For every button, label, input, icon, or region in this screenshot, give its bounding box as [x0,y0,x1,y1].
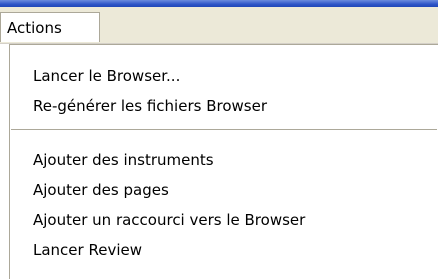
application-window: Actions Lancer le Browser... Re-générer … [0,0,438,279]
menu-item-lancer-browser[interactable]: Lancer le Browser... [10,62,438,90]
actions-dropdown-menu: Lancer le Browser... Re-générer les fich… [9,44,438,279]
menu-item-regenerer-fichiers[interactable]: Re-générer les fichiers Browser [10,92,438,120]
menu-item-ajouter-pages[interactable]: Ajouter des pages [10,176,438,204]
menu-separator [11,129,437,131]
title-bar [0,0,438,7]
menu-actions[interactable]: Actions [0,12,100,42]
menu-item-ajouter-instruments[interactable]: Ajouter des instruments [10,146,438,174]
menu-bar: Actions [0,7,438,44]
menu-item-ajouter-raccourci[interactable]: Ajouter un raccourci vers le Browser [10,206,438,234]
menu-item-lancer-review[interactable]: Lancer Review [10,236,438,264]
